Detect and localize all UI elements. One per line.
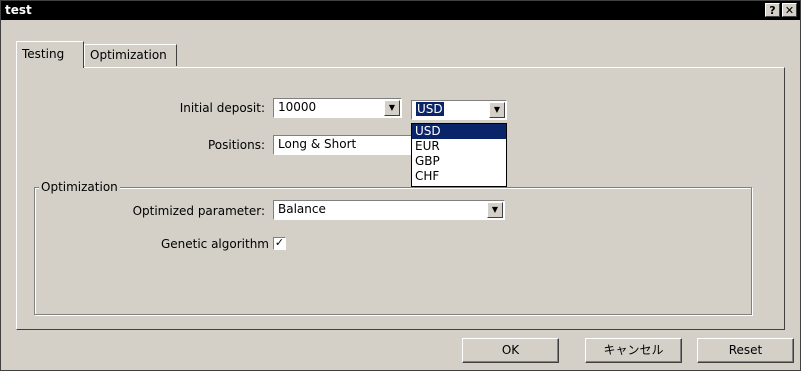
positions-combobox[interactable]: Long & Short: [273, 135, 423, 155]
close-button[interactable]: ✕: [782, 3, 797, 17]
currency-dropdown-list: USD EUR GBP CHF: [411, 123, 507, 187]
reset-button[interactable]: Reset: [697, 338, 794, 363]
optimization-group-title: Optimization: [39, 180, 120, 194]
genetic-algorithm-checkbox[interactable]: ✓: [273, 237, 286, 250]
chevron-down-icon[interactable]: ▼: [384, 100, 400, 116]
initial-deposit-label: Initial deposit:: [179, 101, 265, 115]
chevron-down-icon[interactable]: ▼: [487, 202, 503, 218]
ok-button[interactable]: OK: [462, 338, 559, 363]
initial-deposit-value: 10000: [278, 100, 317, 114]
currency-option[interactable]: EUR: [412, 139, 506, 154]
optimized-parameter-label: Optimized parameter:: [132, 204, 265, 218]
check-icon: ✓: [274, 236, 285, 249]
chevron-down-icon[interactable]: ▼: [489, 102, 505, 118]
tab-testing[interactable]: Testing: [16, 41, 84, 68]
currency-value: USD: [416, 102, 444, 116]
title-bar[interactable]: test ? ✕: [1, 1, 800, 20]
initial-deposit-combobox[interactable]: 10000 ▼: [273, 98, 402, 118]
currency-combobox[interactable]: USD ▼: [411, 100, 507, 120]
dialog-window: test ? ✕ Testing Optimization Initial de…: [0, 0, 801, 371]
currency-option[interactable]: USD: [412, 124, 506, 139]
tab-optimization[interactable]: Optimization: [84, 44, 177, 66]
help-button[interactable]: ?: [765, 3, 780, 17]
optimized-parameter-combobox[interactable]: Balance ▼: [273, 200, 505, 220]
currency-option[interactable]: GBP: [412, 154, 506, 169]
optimized-parameter-value: Balance: [278, 202, 326, 216]
positions-label: Positions:: [207, 138, 265, 152]
window-title: test: [5, 3, 32, 17]
currency-option[interactable]: CHF: [412, 169, 506, 184]
genetic-algorithm-label: Genetic algorithm: [160, 237, 269, 251]
positions-value: Long & Short: [278, 137, 357, 151]
cancel-button[interactable]: キャンセル: [585, 338, 682, 363]
